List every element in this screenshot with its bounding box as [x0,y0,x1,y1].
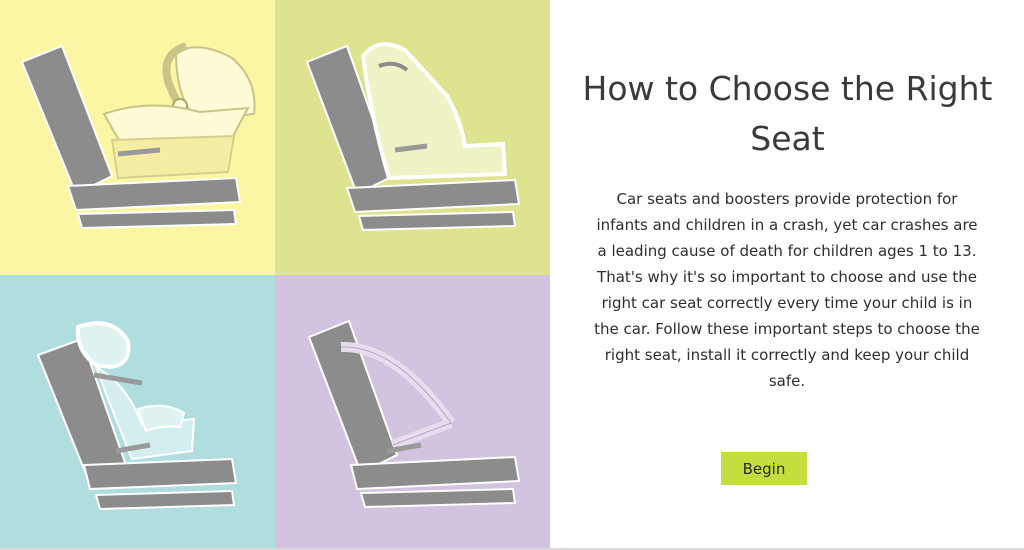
page-title: How to Choose the Right Seat [582,69,993,158]
booster-seat-icon [0,275,275,550]
infant-seat-tile [0,0,275,275]
convertible-seat-tile [275,0,550,275]
seat-belt-tile [275,275,550,550]
intro-description: Car seats and boosters provide protectio… [594,190,980,390]
seat-belt-icon [275,275,550,550]
intro-panel: How to Choose the Right Seat Car seats a… [551,0,1024,550]
car-seat-illustration-grid [0,0,550,550]
begin-button[interactable]: Begin [721,452,807,485]
booster-seat-tile [0,275,275,550]
infant-car-seat-icon [0,0,275,275]
convertible-car-seat-icon [275,0,550,275]
